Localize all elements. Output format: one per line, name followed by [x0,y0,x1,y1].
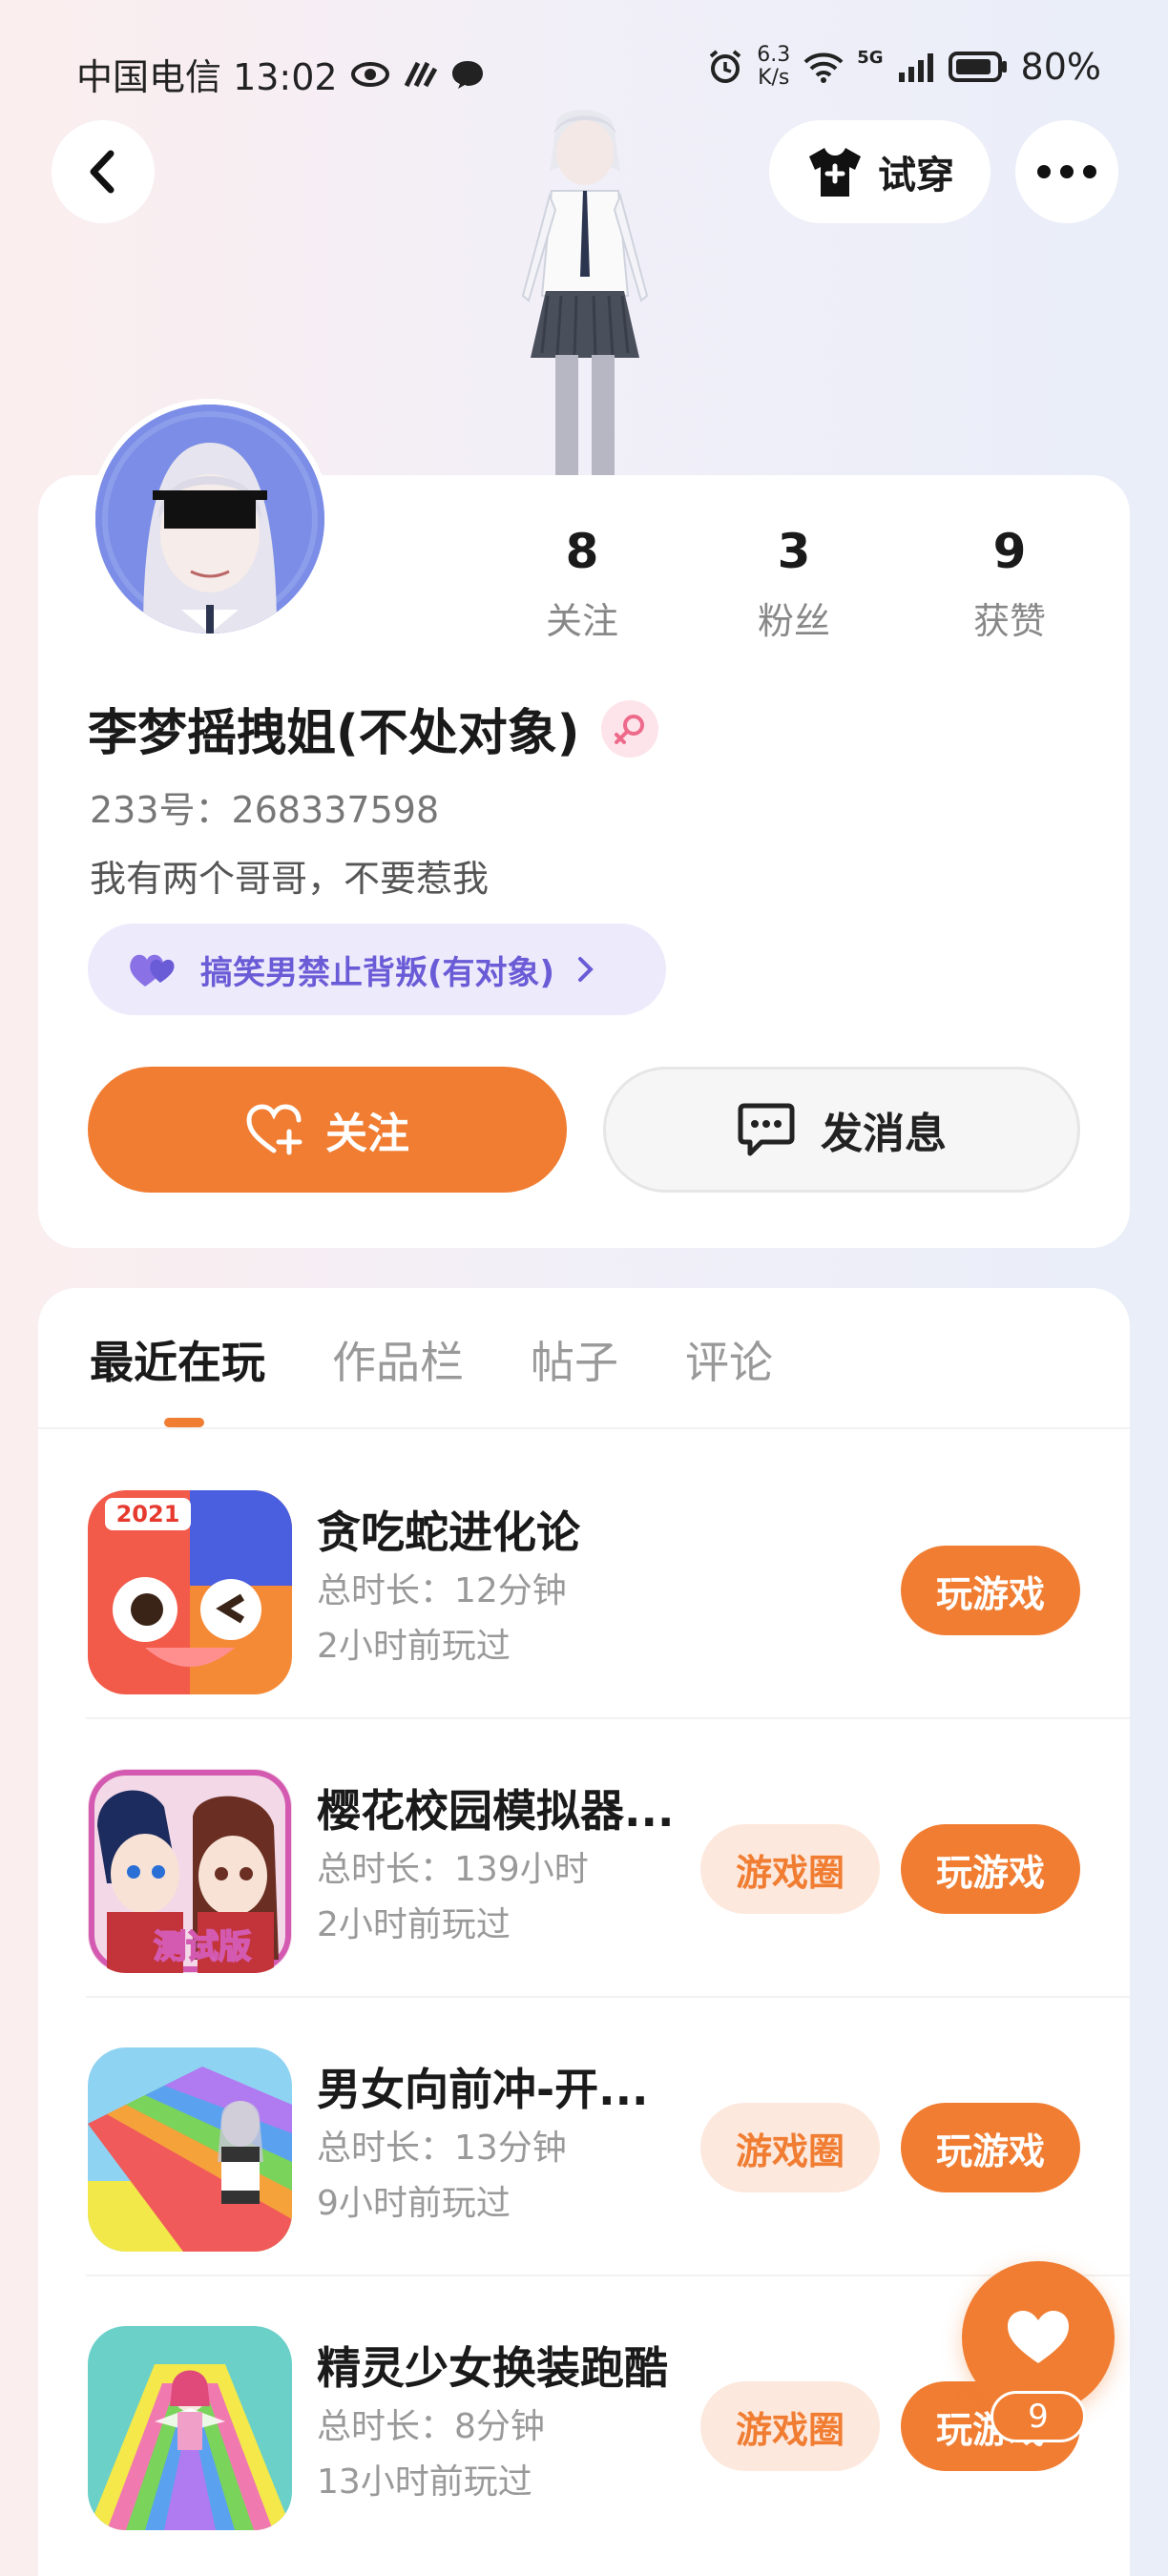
carrier-time: 中国电信 13:02 [76,56,338,98]
game-circle-button[interactable]: 游戏圈 [700,1824,880,1914]
game-icon-snake[interactable]: 2021 [88,1490,292,1694]
eye-icon [350,61,389,87]
heart-plus-icon [246,1104,302,1155]
user-id: 233号：268337598 [90,789,440,831]
stat-likes[interactable]: 9 获赞 [933,523,1086,644]
game-last-played: 2小时前玩过 [317,1905,511,1944]
rush-game-art [88,2047,292,2252]
battery-icon [948,52,1007,82]
tab-recent-playing[interactable]: 最近在玩 [90,1328,265,1391]
tab-comments[interactable]: 评论 [685,1328,773,1391]
message-label: 发消息 [821,1110,947,1158]
stat-fans[interactable]: 3 粉丝 [718,523,870,644]
follow-button[interactable]: 关注 [88,1067,567,1193]
group-pill[interactable]: 搞笑男禁止背叛(有对象) [88,924,666,1015]
name-row: 李梦摇拽姐(不处对象) [88,693,658,764]
try-on-label: 试穿 [878,154,954,197]
try-on-button[interactable]: 试穿 [769,120,991,223]
stat-fans-count: 3 [777,524,811,579]
avatar-figure-image[interactable] [466,105,704,477]
active-tab-indicator [164,1418,204,1427]
net-speed: 6.3 K/s [757,44,790,90]
play-game-button[interactable]: 玩游戏 [901,1824,1080,1914]
tab-posts[interactable]: 帖子 [531,1328,618,1391]
game-name: 男女向前冲-开... [317,2064,649,2115]
game-duration: 总时长：13分钟 [317,2129,567,2168]
game-row[interactable]: 2021 贪吃蛇进化论 总时长：12分钟 2小时前玩过 玩游戏 [38,1441,1130,1719]
stat-following[interactable]: 8 关注 [506,523,658,644]
avatar-image [95,405,324,634]
stat-following-label: 关注 [545,600,618,642]
chat-bubble-icon [451,60,483,89]
game-name: 樱花校园模拟器... [317,1785,675,1837]
play-game-button[interactable]: 玩游戏 [901,2103,1080,2192]
game-name: 贪吃蛇进化论 [317,1506,580,1558]
like-count-badge: 9 [991,2391,1086,2442]
game-circle-button[interactable]: 游戏圈 [700,2381,880,2471]
heart-icon [1008,2311,1069,2363]
game-last-played: 9小时前玩过 [317,2184,511,2223]
game-duration: 总时长：12分钟 [317,1571,567,1610]
snake-game-art: 2021 [88,1490,292,1694]
battery-percent: 80% [1020,46,1101,88]
app-notification-icon [404,61,437,87]
game-duration: 总时长：8分钟 [317,2407,545,2446]
stat-fans-label: 粉丝 [757,600,830,642]
stat-likes-label: 获赞 [972,600,1046,642]
sakura-game-art: 测试版 [88,1769,292,1973]
shirt-icon [809,148,861,197]
avatar-illustration [95,405,324,634]
game-last-played: 13小时前玩过 [317,2462,532,2502]
tab-works[interactable]: 作品栏 [332,1328,464,1391]
stat-likes-count: 9 [992,524,1027,579]
follow-label: 关注 [325,1110,409,1158]
message-bubble-icon [738,1103,795,1156]
net-speed-unit: K/s [758,66,790,90]
more-dots-icon [1037,165,1096,178]
game-last-played: 2小时前玩过 [317,1627,511,1666]
game-duration: 总时长：139小时 [317,1850,589,1889]
double-heart-icon [130,954,175,987]
game-icon-rush[interactable] [88,2047,292,2252]
user-bio: 我有两个哥哥，不要惹我 [90,858,490,900]
play-game-button[interactable]: 玩游戏 [901,1546,1080,1635]
chevron-right-icon [578,957,594,982]
message-button[interactable]: 发消息 [603,1067,1080,1193]
game-icon-elf[interactable] [88,2326,292,2530]
back-arrow-icon [90,150,115,194]
profile-tabs: 最近在玩 作品栏 帖子 评论 [90,1328,840,1391]
stat-following-count: 8 [565,524,599,579]
game-row[interactable]: 男女向前冲-开... 总时长：13分钟 9小时前玩过 游戏圈 玩游戏 [38,1998,1130,2276]
game-row[interactable]: 测试版 樱花校园模拟器... 总时长：139小时 2小时前玩过 游戏圈 玩游戏 [38,1719,1130,1998]
net-speed-value: 6.3 [757,43,791,67]
game-circle-button[interactable]: 游戏圈 [700,2103,880,2192]
icon-badge-2021: 2021 [116,1501,180,1527]
group-label: 搞笑男禁止背叛(有对象) [200,953,555,992]
tabs-divider [38,1427,1130,1429]
avatar[interactable] [90,399,330,639]
icon-badge-test-version: 测试版 [154,1928,251,1966]
profile-name: 李梦摇拽姐(不处对象) [88,705,580,762]
female-symbol-icon [614,714,644,744]
network-type: 5G [857,48,884,68]
status-right: 6.3 K/s 5G 80% [707,44,1101,90]
elf-game-art [88,2326,292,2530]
female-gender-icon [600,699,658,758]
alarm-icon [709,50,741,83]
wifi-icon [803,52,844,83]
game-name: 精灵少女换装跑酷 [317,2342,668,2394]
status-left: 中国电信 13:02 [76,48,485,100]
game-icon-sakura[interactable]: 测试版 [88,1769,292,1973]
back-button[interactable] [52,120,155,223]
more-button[interactable] [1015,120,1118,223]
signal-icon [898,53,933,82]
